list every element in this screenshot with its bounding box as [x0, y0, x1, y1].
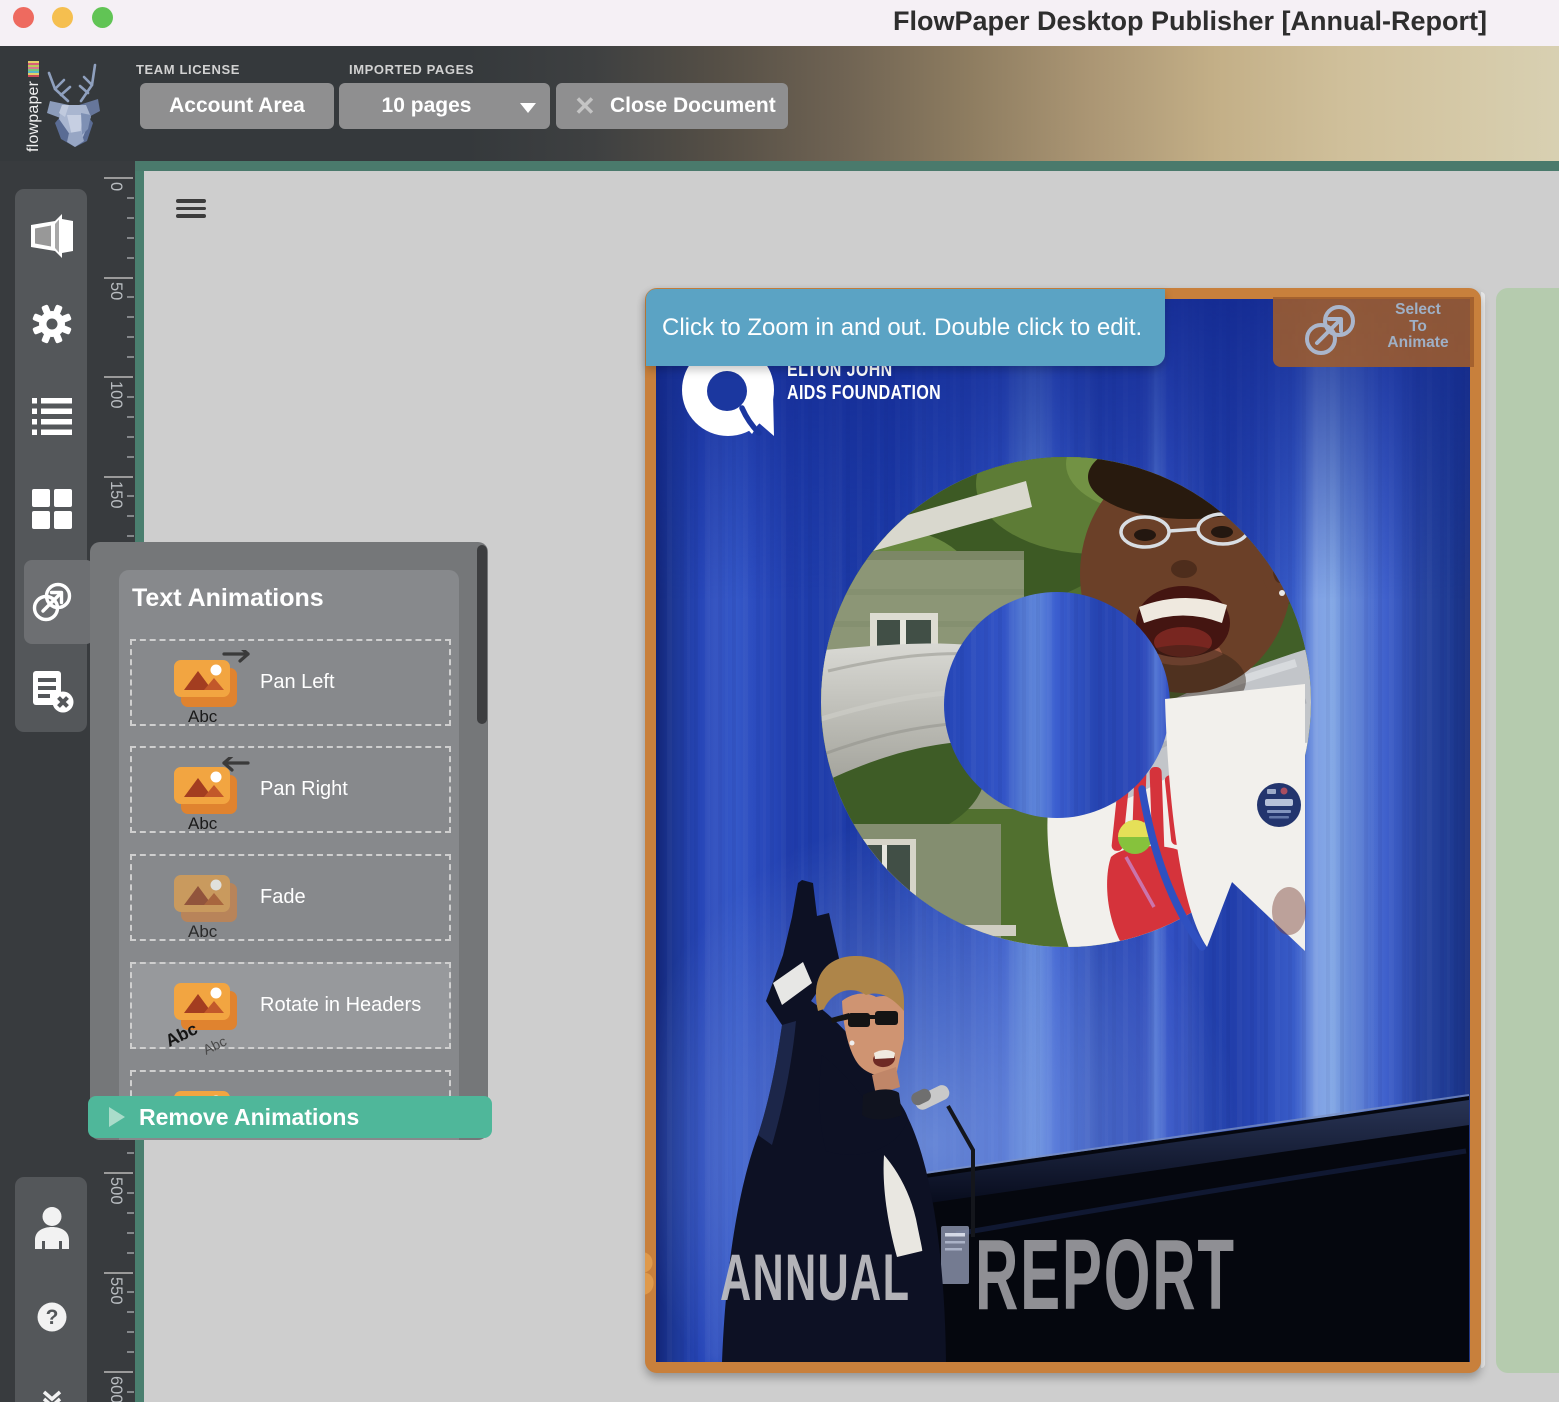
svg-text:Abc: Abc: [188, 922, 218, 941]
svg-text:Abc: Abc: [200, 1033, 229, 1058]
svg-text:AIDS FOUNDATION: AIDS FOUNDATION: [787, 381, 941, 403]
svg-text:Abc: Abc: [188, 1138, 218, 1157]
svg-text:REPORT: REPORT: [975, 1219, 1236, 1331]
svg-text:?: ?: [46, 1306, 59, 1329]
svg-text:ANNUAL: ANNUAL: [720, 1241, 910, 1314]
svg-text:Abc: Abc: [188, 707, 218, 726]
svg-text:Abc: Abc: [188, 814, 218, 833]
